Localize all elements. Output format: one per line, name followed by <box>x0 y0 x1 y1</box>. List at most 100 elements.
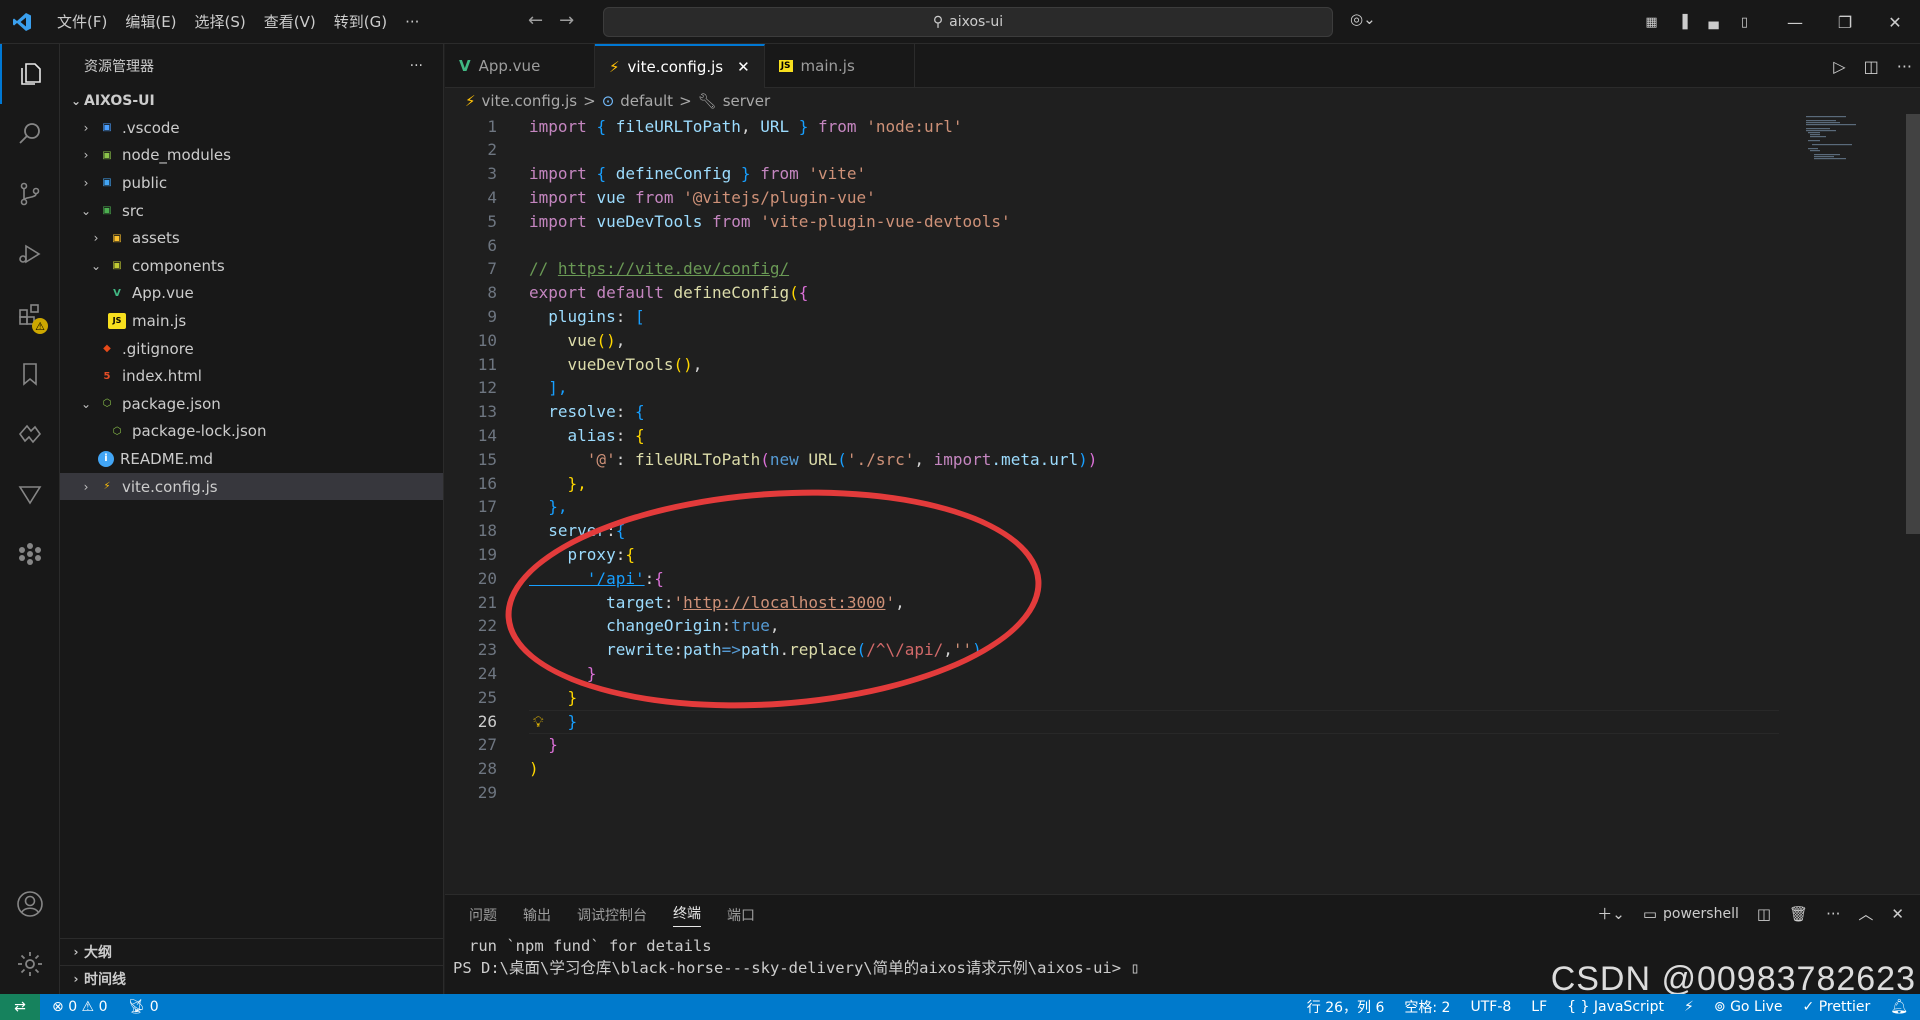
tree-item[interactable]: › ⚡ vite.config.js <box>60 472 443 501</box>
explorer-icon[interactable] <box>0 44 60 104</box>
notifications-icon[interactable]: 🔔︎ <box>1890 999 1908 1015</box>
copilot-icon[interactable]: ◎⌄ <box>1350 10 1376 28</box>
forward-arrow-icon[interactable]: → <box>559 10 574 31</box>
more-actions-icon[interactable]: ··· <box>1897 57 1912 76</box>
language-mode[interactable]: { } JavaScript <box>1567 999 1664 1015</box>
end-of-line[interactable]: LF <box>1531 999 1547 1015</box>
code-line: 9 plugins: [ <box>445 304 1785 328</box>
code-token: changeOrigin <box>529 616 722 636</box>
tree-item[interactable]: › ▣ assets <box>60 224 443 252</box>
outline-section[interactable]: › 大纲 <box>60 938 444 965</box>
code-token: : <box>721 616 732 636</box>
tree-item[interactable]: ◆ .gitignore <box>60 335 443 363</box>
restore-icon[interactable]: ❐ <box>1820 0 1870 44</box>
remote-indicator-icon[interactable]: ⇄ <box>0 994 40 1020</box>
error-count: 0 <box>68 999 78 1015</box>
warning-badge: ⚠ <box>32 318 48 334</box>
split-editor-icon[interactable]: ◫ <box>1864 57 1879 76</box>
panel-tab[interactable]: 端口 <box>727 905 755 925</box>
code-text: export default defineConfig({ <box>529 283 808 302</box>
tree-item[interactable]: i README.md <box>60 445 443 473</box>
tree-item[interactable]: 5 index.html <box>60 362 443 390</box>
tree-item[interactable]: ⬡ package-lock.json <box>60 418 443 446</box>
tree-item[interactable]: JS main.js <box>60 307 443 335</box>
breadcrumb-file[interactable]: vite.config.js <box>482 92 578 110</box>
toggle-secondary-sidebar-icon[interactable]: ▯ <box>1729 15 1760 30</box>
close-tab-icon[interactable]: ✕ <box>737 58 750 76</box>
editor-tab[interactable]: ⚡ vite.config.js ✕ <box>595 44 765 88</box>
back-arrow-icon[interactable]: ← <box>528 10 543 31</box>
editor-tab[interactable]: V App.vue <box>445 44 595 88</box>
code-token: } <box>529 735 558 755</box>
go-live-button[interactable]: ⊚ Go Live <box>1714 999 1783 1015</box>
toggle-panel-icon[interactable]: ▄ <box>1698 15 1729 30</box>
menu-item[interactable]: 文件(F) <box>48 11 116 32</box>
command-center-search[interactable]: ⚲ aixos-ui <box>603 7 1333 37</box>
tree-item[interactable]: ⌄ ▣ src <box>60 197 443 225</box>
code-editor[interactable]: 1 import { fileURLToPath, URL } from 'nod… <box>445 114 1920 894</box>
problems-indicator[interactable]: ⊗ 0 ⚠ 0 <box>52 999 107 1015</box>
timeline-section[interactable]: › 时间线 <box>60 965 444 992</box>
tree-item[interactable]: ⌄ ▣ components <box>60 252 443 280</box>
terminal-shell-label[interactable]: powershell <box>1663 906 1739 922</box>
vitest-icon[interactable] <box>0 464 60 524</box>
code-line: 15 '@': fileURLToPath(new URL('./src', i… <box>445 447 1785 471</box>
run-icon[interactable]: ▷ <box>1833 57 1845 76</box>
menu-item[interactable]: 选择(S) <box>186 11 255 32</box>
code-token: import <box>529 116 597 136</box>
search-activity-icon[interactable] <box>0 104 60 164</box>
code-token: defineConfig <box>673 283 790 303</box>
minimap[interactable] <box>1804 114 1904 174</box>
scrollbar-thumb[interactable] <box>1906 114 1920 534</box>
panel-tab[interactable]: 调试控制台 <box>577 905 647 925</box>
panel-tab[interactable]: 输出 <box>523 905 551 925</box>
workspace-root[interactable]: ⌄ AIXOS-UI <box>60 88 443 114</box>
split-terminal-icon[interactable]: ◫ <box>1757 905 1771 923</box>
vite-status-icon[interactable]: ⚡ <box>1684 999 1694 1015</box>
cursor-position[interactable]: 行 26，列 6 <box>1307 997 1385 1017</box>
code-line: 7 // https://vite.dev/config/ <box>445 257 1785 281</box>
extensions-icon[interactable]: ⚠ <box>0 284 60 344</box>
run-debug-icon[interactable] <box>0 224 60 284</box>
ports-indicator[interactable]: 📡︎ 0 <box>127 999 158 1015</box>
chevron-right-icon: › <box>93 231 99 246</box>
customize-layout-icon[interactable]: ▦ <box>1636 15 1667 30</box>
tree-item[interactable]: V App.vue <box>60 280 443 308</box>
bookmark-icon[interactable] <box>0 344 60 404</box>
gitlens-icon[interactable] <box>0 524 60 584</box>
more-actions-icon[interactable]: ··· <box>1826 905 1840 923</box>
lightbulb-icon[interactable]: 💡︎ <box>533 713 544 731</box>
panel-tab[interactable]: 问题 <box>469 905 497 925</box>
close-window-icon[interactable]: ✕ <box>1870 0 1920 44</box>
menu-item[interactable]: 查看(V) <box>255 11 325 32</box>
tree-item[interactable]: › ▣ .vscode <box>60 114 443 142</box>
code-line: 20 '/api':{ <box>445 566 1785 590</box>
menu-item[interactable]: 编辑(E) <box>116 11 185 32</box>
new-terminal-icon[interactable]: ＋⌄ <box>1597 903 1625 924</box>
maximize-panel-icon[interactable]: ︿ <box>1858 903 1873 924</box>
source-control-icon[interactable] <box>0 164 60 224</box>
minimize-icon[interactable]: — <box>1770 0 1820 44</box>
code-text: import { fileURLToPath, URL } from 'node… <box>529 117 963 136</box>
tree-item[interactable]: ⌄ ⬡ package.json <box>60 390 443 418</box>
accounts-icon[interactable] <box>0 874 60 934</box>
code-token: } <box>529 687 578 707</box>
encoding[interactable]: UTF-8 <box>1470 999 1511 1015</box>
toggle-sidebar-icon[interactable]: ▐ <box>1667 15 1698 30</box>
remote-explorer-icon[interactable] <box>0 404 60 464</box>
editor-tab[interactable]: JS main.js <box>765 44 915 88</box>
breadcrumb-server[interactable]: server <box>723 92 770 110</box>
close-panel-icon[interactable]: ✕ <box>1891 905 1904 923</box>
indentation[interactable]: 空格: 2 <box>1404 997 1450 1017</box>
more-actions-icon[interactable]: ··· <box>410 58 423 74</box>
settings-gear-icon[interactable] <box>0 934 60 994</box>
breadcrumb-default[interactable]: default <box>620 92 673 110</box>
trash-icon[interactable]: 🗑︎ <box>1789 905 1808 923</box>
vertical-scrollbar[interactable] <box>1906 114 1920 894</box>
menu-item[interactable]: 转到(G) <box>325 11 396 32</box>
prettier-status[interactable]: ✓ Prettier <box>1803 999 1871 1015</box>
menu-item[interactable]: ··· <box>396 13 428 31</box>
tree-item[interactable]: › ▣ public <box>60 169 443 197</box>
tree-item[interactable]: › ▣ node_modules <box>60 142 443 170</box>
panel-tab[interactable]: 终端 <box>673 903 701 927</box>
